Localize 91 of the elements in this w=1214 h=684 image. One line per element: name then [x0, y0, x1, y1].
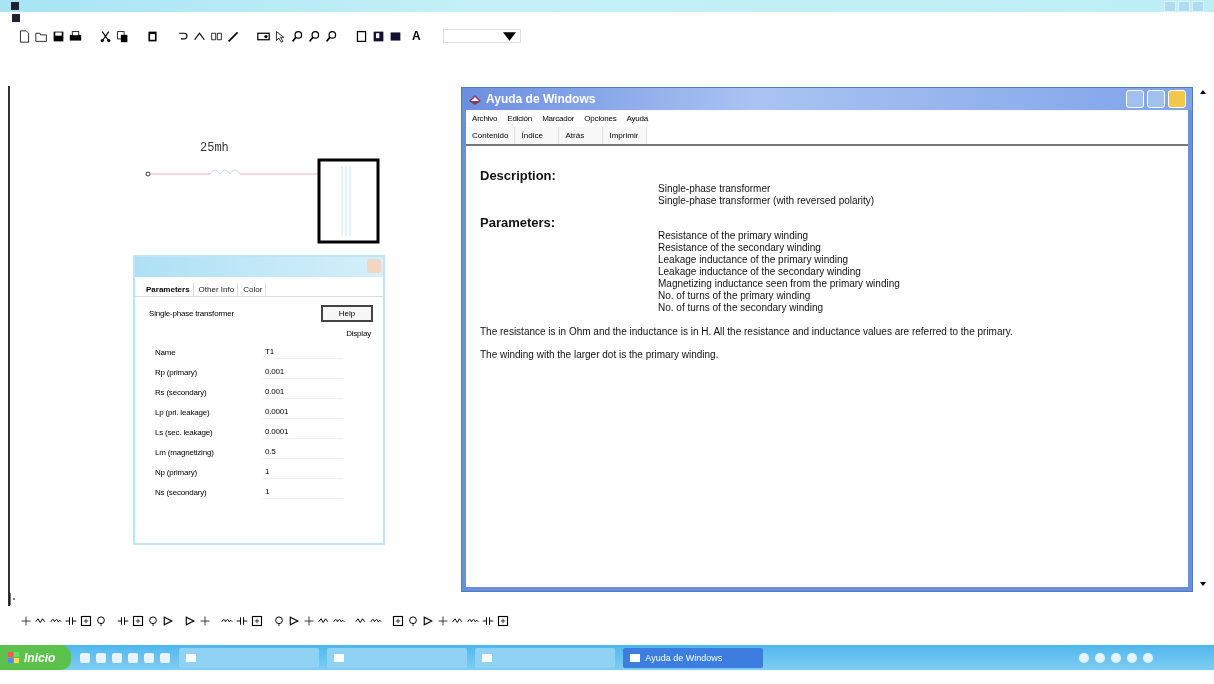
- circuit-symbol-icon[interactable]: [65, 615, 77, 627]
- copy-icon[interactable]: [116, 29, 129, 43]
- document-icon[interactable]: [11, 13, 21, 23]
- text-tool[interactable]: A: [412, 29, 421, 43]
- help-text: Resistance of the primary winding: [658, 230, 809, 241]
- parameter-label: Name: [155, 347, 177, 357]
- parameter-label: Rp (primary): [155, 367, 199, 377]
- parameter-field[interactable]: 1: [263, 485, 343, 499]
- menu-item[interactable]: Edición: [507, 114, 533, 123]
- help-paragraph: The resistance is in Ohm and the inductance is in H. All the resistance and inductance values are referred to the primary.: [480, 326, 1014, 337]
- help-text: Resistance of the secondary winding: [658, 242, 821, 253]
- dialog-tab[interactable]: Color: [240, 283, 267, 296]
- circuit-symbol-icon[interactable]: [184, 615, 196, 627]
- help-toolbar-button[interactable]: Atrás: [559, 127, 604, 144]
- parameter-field[interactable]: 1: [263, 465, 343, 479]
- circuit-symbol-icon[interactable]: [422, 615, 434, 627]
- menu-item[interactable]: Opciones: [584, 114, 617, 123]
- circuit-symbol-icon[interactable]: [147, 615, 159, 627]
- circuit-symbol-icon[interactable]: [288, 615, 300, 627]
- app-icon: [10, 1, 20, 11]
- section-heading: Description:: [480, 168, 557, 183]
- parameter-label: Rs (secondary): [155, 387, 208, 397]
- save-icon[interactable]: [52, 29, 65, 43]
- dropdown[interactable]: [442, 29, 521, 43]
- parameter-label: Np (primary): [155, 467, 199, 477]
- parameter-label: Ls (sec. leakage): [155, 427, 214, 437]
- help-toolbar-button[interactable]: Índice: [515, 127, 560, 144]
- circuit-symbol-icon[interactable]: [117, 615, 129, 627]
- parameter-field[interactable]: 0.001: [263, 385, 343, 399]
- dialog-tab[interactable]: Other Info: [195, 283, 239, 296]
- circuit-symbol-icon[interactable]: [482, 615, 494, 627]
- book-icon: [468, 92, 482, 106]
- pointer-icon[interactable]: [274, 29, 287, 43]
- parameter-field[interactable]: 0.001: [263, 365, 343, 379]
- parameter-label: Ns (secondary): [155, 487, 208, 497]
- parameter-field[interactable]: 0.5: [263, 445, 343, 459]
- help-text: Single-phase transformer (with reversed polarity): [658, 195, 875, 206]
- circuit-symbol-icon[interactable]: [407, 615, 419, 627]
- zoom-icon[interactable]: [325, 29, 338, 43]
- paste-icon[interactable]: [146, 29, 159, 43]
- menu-item[interactable]: Archivo: [472, 114, 498, 123]
- circuit-symbol-icon[interactable]: [162, 615, 174, 627]
- parameter-field[interactable]: T1: [263, 345, 343, 359]
- help-toolbar-button[interactable]: Imprimir: [603, 127, 648, 144]
- zoom-icon[interactable]: [291, 29, 304, 43]
- component-description: Single-phase transformer: [149, 309, 235, 318]
- windows-flag-icon: [8, 651, 20, 664]
- page-icon[interactable]: [355, 29, 368, 43]
- inductor-label: 25mh: [200, 141, 229, 155]
- help-text: Leakage inductance of the primary winding: [658, 254, 849, 265]
- circuit-symbol-icon[interactable]: [236, 615, 248, 627]
- window-icon: [333, 651, 346, 664]
- scroll-down-icon[interactable]: [1199, 580, 1207, 588]
- help-text: No. of turns of the primary winding: [658, 290, 811, 301]
- circuit-symbol-icon[interactable]: [95, 615, 107, 627]
- help-button[interactable]: Help: [321, 305, 373, 322]
- column-header: Display: [346, 329, 371, 338]
- circuit-symbol-icon[interactable]: [251, 615, 263, 627]
- dialog-tab[interactable]: Parameters: [143, 283, 194, 296]
- help-toolbar-button[interactable]: Contenido: [466, 127, 516, 144]
- circuit-symbol-icon[interactable]: [392, 615, 404, 627]
- wire-icon[interactable]: [193, 29, 206, 43]
- circuit-symbol-icon[interactable]: [273, 615, 285, 627]
- window-icon: [185, 651, 198, 664]
- section-heading: Parameters:: [480, 215, 557, 230]
- help-text: Single-phase transformer: [658, 183, 771, 194]
- window-icon: [629, 651, 642, 664]
- pencil-icon[interactable]: [227, 29, 240, 43]
- parameter-field[interactable]: 0.0001: [263, 425, 343, 439]
- cut-icon[interactable]: [99, 29, 112, 43]
- help-text: Magnetizing inductance seen from the primary winding: [658, 278, 900, 289]
- scroll-up-icon[interactable]: [1199, 88, 1207, 96]
- menu-item[interactable]: Marcador: [542, 114, 575, 123]
- parameter-label: Lm (magnetizing): [155, 447, 215, 457]
- taskbar-button[interactable]: Ayuda de Windows: [623, 647, 764, 668]
- window-icon: [481, 651, 494, 664]
- help-paragraph: The winding with the larger dot is the primary winding.: [480, 349, 720, 360]
- circuit-symbol-icon[interactable]: [132, 615, 144, 627]
- window-title: Ayuda de Windows: [486, 92, 596, 106]
- menu-item[interactable]: Ayuda: [626, 114, 649, 123]
- caret-icon: [502, 29, 516, 43]
- new-file-icon[interactable]: [18, 29, 31, 43]
- parameter-label: Lp (pri. leakage): [155, 407, 211, 417]
- help-text: No. of turns of the secondary winding: [658, 302, 824, 313]
- help-text: Leakage inductance of the secondary winding: [658, 266, 861, 277]
- print-icon[interactable]: [69, 29, 82, 43]
- parameter-field[interactable]: 0.0001: [263, 405, 343, 419]
- circuit-symbol-icon[interactable]: [80, 615, 92, 627]
- zoom-icon[interactable]: [308, 29, 321, 43]
- scroll-left-icon[interactable]: [9, 592, 15, 606]
- circuit-symbol-icon[interactable]: [497, 615, 509, 627]
